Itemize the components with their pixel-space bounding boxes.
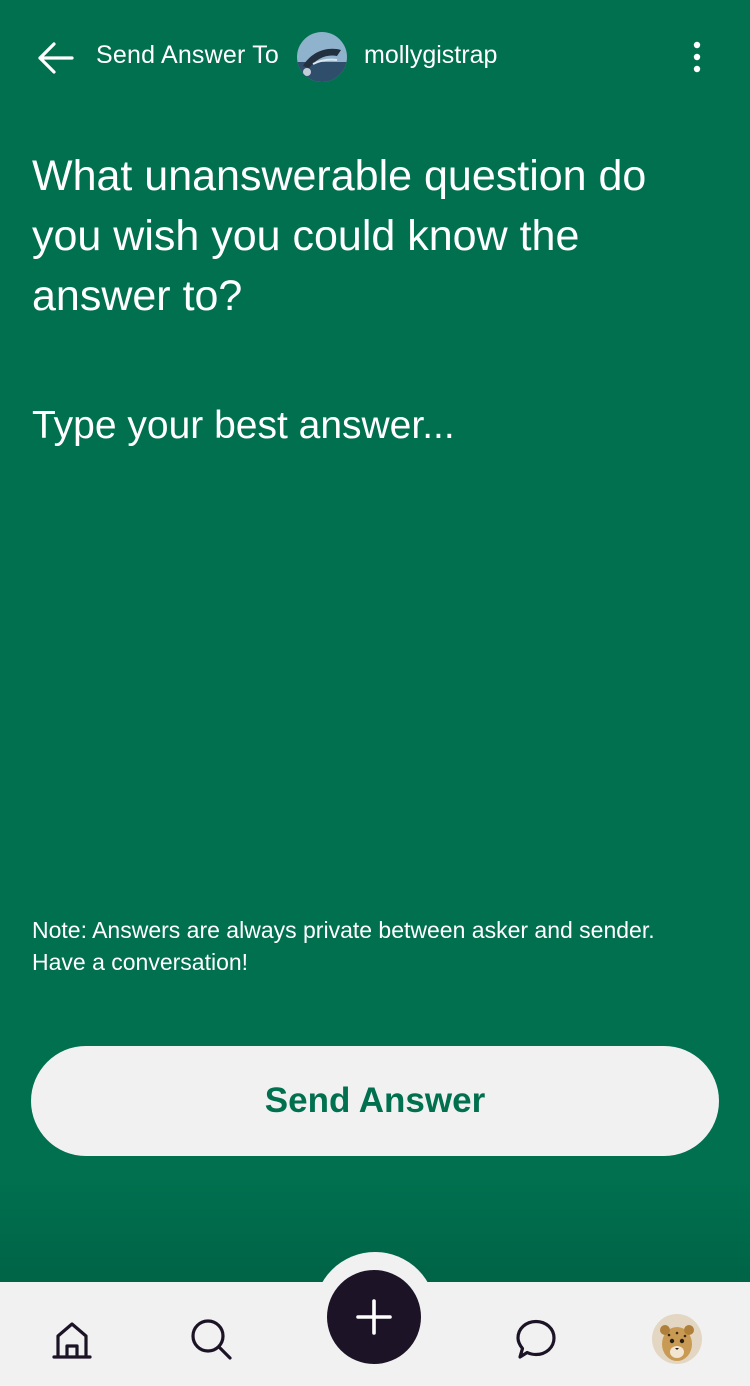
plus-icon xyxy=(356,1299,392,1335)
tab-profile[interactable] xyxy=(652,1314,702,1364)
top-bar: Send Answer To mollygistrap xyxy=(0,0,750,112)
answer-input[interactable] xyxy=(32,400,718,870)
create-button[interactable] xyxy=(327,1270,421,1364)
privacy-note: Note: Answers are always private between… xyxy=(32,917,655,975)
tab-home[interactable] xyxy=(47,1314,97,1364)
header-title: Send Answer To xyxy=(96,41,280,69)
recipient-username[interactable]: mollygistrap xyxy=(364,41,497,70)
back-button[interactable] xyxy=(34,38,78,78)
home-icon xyxy=(52,1322,92,1359)
vertical-dots-icon xyxy=(693,41,701,73)
cheetah-avatar-image xyxy=(652,1314,702,1364)
tab-search[interactable] xyxy=(186,1314,236,1364)
question-text: What unanswerable question do you wish y… xyxy=(32,152,647,320)
chat-bubble-icon xyxy=(516,1319,556,1359)
arrow-left-icon xyxy=(38,42,74,74)
send-answer-button[interactable]: Send Answer xyxy=(31,1046,719,1156)
tab-messages[interactable] xyxy=(511,1314,561,1364)
whale-avatar-image xyxy=(297,32,347,82)
recipient-avatar[interactable] xyxy=(297,32,347,82)
more-options-button[interactable] xyxy=(682,38,712,78)
search-icon xyxy=(191,1319,232,1360)
